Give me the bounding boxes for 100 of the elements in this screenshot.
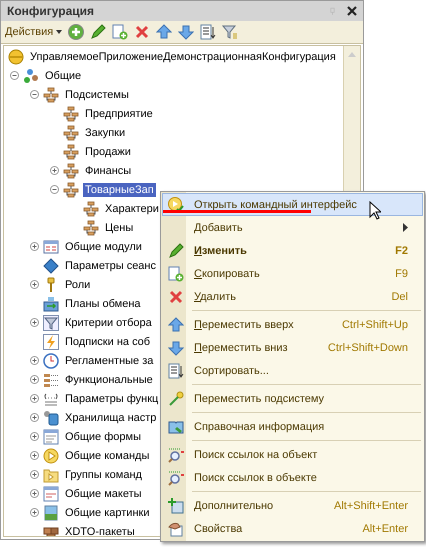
pencil-icon (168, 242, 184, 258)
tree-item[interactable]: ТоварныеЗап (83, 182, 156, 196)
copy-icon[interactable] (112, 24, 128, 40)
tree-item[interactable]: Критерии отбора (63, 316, 154, 330)
tree-item[interactable]: Финансы (83, 164, 134, 178)
hierarchy-icon (83, 200, 99, 216)
up-arrow-icon[interactable] (156, 24, 172, 40)
form-icon (43, 428, 59, 444)
tree-item[interactable]: Параметры сеанс (63, 258, 158, 272)
delete-icon (168, 288, 184, 304)
expand-icon[interactable] (30, 280, 39, 289)
magnifier-icon (168, 446, 184, 462)
book-icon (168, 418, 184, 434)
down-arrow-icon (168, 340, 184, 356)
clock-icon (43, 352, 59, 368)
collapse-icon[interactable] (50, 185, 59, 194)
tree-item[interactable]: Общие (43, 68, 84, 82)
tree-item[interactable]: УправляемоеПриложениеДемонстрационнаяКонфигурация (28, 50, 338, 64)
expand-icon[interactable] (30, 489, 39, 498)
list-icon (43, 372, 59, 388)
tree-item[interactable]: Характери (103, 202, 161, 216)
expand-icon[interactable] (30, 508, 39, 517)
add-icon[interactable] (68, 24, 84, 40)
tree-item[interactable]: Подписки на соб (63, 334, 152, 348)
sort-list-icon (168, 362, 184, 378)
expand-icon[interactable] (30, 242, 39, 251)
ellipsis-icon (43, 390, 59, 406)
hierarchy-icon (63, 182, 79, 198)
sphere-icon (8, 48, 24, 64)
pencil-icon[interactable] (90, 24, 106, 40)
expand-icon[interactable] (30, 318, 39, 327)
tree-item[interactable]: Продажи (83, 144, 133, 158)
close-icon[interactable] (347, 6, 357, 16)
tree-item[interactable]: Цены (103, 220, 136, 234)
image-icon (43, 504, 59, 520)
menu-item[interactable]: Свойства Alt+Enter (162, 517, 423, 540)
menu-item[interactable]: Сортировать... (162, 359, 423, 382)
expand-icon[interactable] (30, 413, 39, 422)
tree-item[interactable]: Предприятие (83, 106, 155, 120)
tree-item[interactable]: Планы обмена (63, 296, 143, 310)
funnel-icon (43, 314, 59, 330)
module-icon (43, 238, 59, 254)
document-icon (43, 486, 59, 502)
magnifier-icon (168, 470, 184, 486)
dots-icon (23, 68, 39, 84)
expand-icon[interactable] (30, 432, 39, 441)
menu-item[interactable]: Удалить Del (162, 285, 423, 308)
collapse-icon[interactable] (10, 71, 19, 80)
menu-item[interactable]: Поиск ссылок в объекте (162, 466, 423, 489)
tree-item[interactable]: Роли (63, 278, 92, 292)
tree-item[interactable]: Общие модули (63, 240, 144, 254)
tree-item[interactable]: Регламентные за (63, 354, 156, 368)
menu-item[interactable]: Переместить вниз Ctrl+Shift+Down (162, 336, 423, 359)
copy-icon (168, 266, 184, 282)
diamond-icon (43, 258, 59, 274)
tree-item[interactable]: Общие картинки (63, 506, 152, 520)
mouse-cursor-icon (369, 201, 381, 220)
tree-item[interactable]: Общие макеты (63, 486, 144, 500)
play-icon (43, 448, 59, 464)
expand-icon[interactable] (30, 394, 39, 403)
sort-list-icon[interactable] (200, 24, 216, 40)
hierarchy-icon (63, 144, 79, 160)
down-arrow-icon[interactable] (178, 24, 194, 40)
lightning-icon (43, 334, 59, 350)
menu-item[interactable]: Скопировать F9 (162, 262, 423, 285)
caret-icon (56, 30, 62, 34)
tree-item[interactable]: XDTO-пакеты (63, 524, 137, 536)
hierarchy-icon (63, 106, 79, 122)
menu-item[interactable]: Изменить F2 (162, 239, 423, 262)
expand-icon[interactable] (30, 470, 39, 479)
tree-item[interactable]: Общие формы (63, 430, 143, 444)
add-window-icon (168, 498, 184, 514)
tree-item[interactable]: Хранилища настр (63, 410, 158, 424)
tree-item[interactable]: Общие команды (63, 448, 152, 462)
play-check-icon (168, 196, 184, 212)
tree-item[interactable]: Параметры функц (63, 392, 160, 406)
hierarchy-icon (63, 124, 79, 140)
expand-icon[interactable] (30, 375, 39, 384)
menu-item[interactable]: Поиск ссылок на объект (162, 443, 423, 466)
menu-item[interactable]: Открыть командный интерфейс (162, 193, 423, 216)
filter-icon[interactable] (222, 24, 238, 40)
hierarchy-icon (43, 86, 59, 102)
delete-icon[interactable] (134, 24, 150, 40)
menu-item[interactable]: Дополнительно Alt+Shift+Enter (162, 494, 423, 517)
expand-icon[interactable] (50, 166, 59, 175)
menu-item[interactable]: Добавить (162, 216, 423, 239)
expand-icon[interactable] (30, 451, 39, 460)
exchange-icon (43, 296, 59, 312)
window-title: Конфигурация (7, 4, 96, 18)
menu-item[interactable]: Справочная информация (162, 415, 423, 438)
tree-item[interactable]: Группы команд (63, 468, 144, 482)
collapse-icon[interactable] (30, 90, 39, 99)
tree-item[interactable]: Подсистемы (63, 88, 131, 102)
menu-item[interactable]: Переместить вверх Ctrl+Shift+Up (162, 313, 423, 336)
expand-icon[interactable] (30, 356, 39, 365)
actions-menu-button[interactable]: Действия (5, 26, 62, 38)
tree-item[interactable]: Функциональные (63, 372, 155, 386)
hierarchy-icon (83, 220, 99, 236)
tree-item[interactable]: Закупки (83, 126, 128, 140)
menu-item[interactable]: Переместить подсистему (162, 387, 423, 410)
